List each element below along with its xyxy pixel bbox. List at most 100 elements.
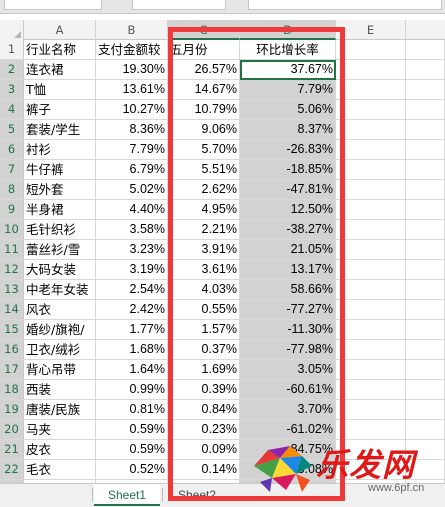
empty-cell[interactable] xyxy=(406,380,445,400)
payment-share-cell[interactable]: 2.42% xyxy=(96,300,168,320)
growth-rate-cell[interactable]: 58.66% xyxy=(240,280,336,300)
row-number[interactable]: 15 xyxy=(0,320,24,340)
row-number[interactable]: 9 xyxy=(0,200,24,220)
column-header-d[interactable]: D xyxy=(240,20,336,40)
empty-cell[interactable] xyxy=(406,140,445,160)
header-payment[interactable]: 支付金额较 xyxy=(96,40,168,60)
may-share-cell[interactable]: 0.14% xyxy=(168,460,240,480)
empty-cell[interactable] xyxy=(336,280,406,300)
empty-cell[interactable] xyxy=(406,100,445,120)
may-share-cell[interactable]: 26.57% xyxy=(168,60,240,80)
industry-cell[interactable]: 婚纱/旗袍/ xyxy=(24,320,96,340)
may-share-cell[interactable]: 0.55% xyxy=(168,300,240,320)
empty-cell[interactable] xyxy=(336,100,406,120)
growth-rate-cell[interactable]: 5.06% xyxy=(240,100,336,120)
empty-cell[interactable] xyxy=(336,400,406,420)
empty-cell[interactable] xyxy=(406,40,445,60)
may-share-cell[interactable]: 10.79% xyxy=(168,100,240,120)
industry-cell[interactable]: T恤 xyxy=(24,80,96,100)
industry-cell[interactable]: 蕾丝衫/雪 xyxy=(24,240,96,260)
empty-cell[interactable] xyxy=(406,360,445,380)
empty-cell[interactable] xyxy=(336,120,406,140)
may-share-cell[interactable]: 4.95% xyxy=(168,200,240,220)
industry-cell[interactable]: 马夹 xyxy=(24,420,96,440)
industry-cell[interactable]: 皮衣 xyxy=(24,440,96,460)
empty-cell[interactable] xyxy=(336,40,406,60)
payment-share-cell[interactable]: 1.77% xyxy=(96,320,168,340)
empty-cell[interactable] xyxy=(336,220,406,240)
empty-cell[interactable] xyxy=(406,120,445,140)
column-header-c[interactable]: C xyxy=(168,20,240,40)
column-header-e[interactable]: E xyxy=(336,20,406,40)
row-number[interactable]: 19 xyxy=(0,400,24,420)
row-number[interactable]: 7 xyxy=(0,160,24,180)
header-industry[interactable]: 行业名称 xyxy=(24,40,96,60)
empty-cell[interactable] xyxy=(406,80,445,100)
may-share-cell[interactable]: 5.70% xyxy=(168,140,240,160)
payment-share-cell[interactable]: 10.27% xyxy=(96,100,168,120)
may-share-cell[interactable]: 0.37% xyxy=(168,340,240,360)
empty-cell[interactable] xyxy=(406,160,445,180)
column-header-a[interactable]: A xyxy=(24,20,96,40)
row-number[interactable]: 5 xyxy=(0,120,24,140)
industry-cell[interactable]: 半身裙 xyxy=(24,200,96,220)
payment-share-cell[interactable]: 4.40% xyxy=(96,200,168,220)
empty-cell[interactable] xyxy=(336,200,406,220)
industry-cell[interactable]: 短外套 xyxy=(24,180,96,200)
formula-controls[interactable] xyxy=(132,0,226,10)
empty-cell[interactable] xyxy=(406,320,445,340)
empty-cell[interactable] xyxy=(336,160,406,180)
payment-share-cell[interactable]: 7.79% xyxy=(96,140,168,160)
tab-sheet2[interactable]: Sheet2 xyxy=(166,484,228,506)
may-share-cell[interactable]: 0.39% xyxy=(168,380,240,400)
payment-share-cell[interactable]: 0.81% xyxy=(96,400,168,420)
may-share-cell[interactable]: 2.62% xyxy=(168,180,240,200)
payment-share-cell[interactable]: 0.52% xyxy=(96,460,168,480)
empty-cell[interactable] xyxy=(406,180,445,200)
growth-rate-cell[interactable]: 37.67% xyxy=(240,60,336,80)
may-share-cell[interactable]: 14.67% xyxy=(168,80,240,100)
header-growth[interactable]: 环比增长率 xyxy=(240,40,336,60)
may-share-cell[interactable]: 3.61% xyxy=(168,260,240,280)
row-number[interactable]: 21 xyxy=(0,440,24,460)
payment-share-cell[interactable]: 3.19% xyxy=(96,260,168,280)
empty-cell[interactable] xyxy=(406,260,445,280)
industry-cell[interactable]: 风衣 xyxy=(24,300,96,320)
payment-share-cell[interactable]: 3.58% xyxy=(96,220,168,240)
row-number[interactable]: 16 xyxy=(0,340,24,360)
empty-cell[interactable] xyxy=(336,360,406,380)
empty-cell[interactable] xyxy=(406,340,445,360)
industry-cell[interactable]: 中老年女装 xyxy=(24,280,96,300)
growth-rate-cell[interactable]: -60.61% xyxy=(240,380,336,400)
growth-rate-cell[interactable]: -26.83% xyxy=(240,140,336,160)
growth-rate-cell[interactable]: 21.05% xyxy=(240,240,336,260)
may-share-cell[interactable]: 1.69% xyxy=(168,360,240,380)
payment-share-cell[interactable]: 1.68% xyxy=(96,340,168,360)
empty-cell[interactable] xyxy=(336,340,406,360)
payment-share-cell[interactable]: 0.59% xyxy=(96,420,168,440)
payment-share-cell[interactable]: 6.79% xyxy=(96,160,168,180)
growth-rate-cell[interactable]: 7.79% xyxy=(240,80,336,100)
industry-cell[interactable]: 套装/学生 xyxy=(24,120,96,140)
header-may[interactable]: 五月份 xyxy=(168,40,240,60)
row-number[interactable]: 11 xyxy=(0,240,24,260)
row-number[interactable]: 8 xyxy=(0,180,24,200)
tab-sheet1[interactable]: Sheet1 xyxy=(94,484,160,506)
empty-cell[interactable] xyxy=(336,320,406,340)
row-number[interactable]: 4 xyxy=(0,100,24,120)
row-number[interactable]: 14 xyxy=(0,300,24,320)
growth-rate-cell[interactable]: 13.17% xyxy=(240,260,336,280)
payment-share-cell[interactable]: 19.30% xyxy=(96,60,168,80)
row-number[interactable]: 3 xyxy=(0,80,24,100)
payment-share-cell[interactable]: 3.23% xyxy=(96,240,168,260)
industry-cell[interactable]: 唐装/民族 xyxy=(24,400,96,420)
payment-share-cell[interactable]: 8.36% xyxy=(96,120,168,140)
growth-rate-cell[interactable]: -77.98% xyxy=(240,340,336,360)
industry-cell[interactable]: 毛衣 xyxy=(24,460,96,480)
empty-cell[interactable] xyxy=(406,220,445,240)
column-header-f[interactable] xyxy=(406,20,445,40)
formula-input[interactable] xyxy=(248,0,442,10)
growth-rate-cell[interactable]: -11.30% xyxy=(240,320,336,340)
row-number[interactable]: 10 xyxy=(0,220,24,240)
industry-cell[interactable]: 卫衣/绒衫 xyxy=(24,340,96,360)
